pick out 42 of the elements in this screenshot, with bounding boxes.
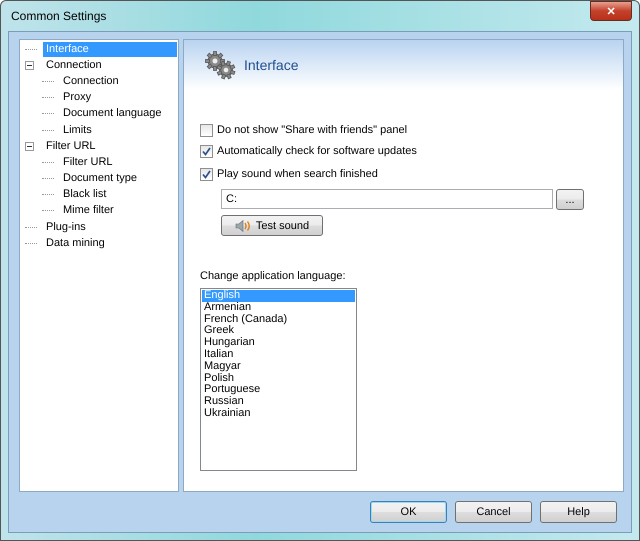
tree-item[interactable]: Document language	[60, 106, 164, 122]
language-item[interactable]: Polish	[202, 372, 355, 384]
language-item[interactable]: Armenian	[202, 302, 355, 314]
collapse-icon[interactable]	[25, 60, 34, 70]
tree-item[interactable]: Connection	[43, 58, 177, 73]
panel-title: Interface	[244, 57, 298, 73]
checkbox-label: Do not show "Share with friends" panel	[217, 124, 408, 136]
collapse-icon[interactable]	[25, 142, 34, 151]
language-item[interactable]: Portuguese	[202, 384, 355, 396]
tree-item[interactable]: Mime filter	[60, 203, 117, 218]
tree-item[interactable]: Connection	[60, 74, 122, 89]
checkbox[interactable]	[200, 168, 213, 180]
tree-item[interactable]: Filter URL	[60, 154, 116, 170]
tree-item[interactable]: Document type	[60, 171, 140, 186]
checkbox[interactable]	[200, 124, 213, 136]
browse-button[interactable]: ...	[556, 189, 584, 210]
language-item[interactable]: Russian	[202, 396, 355, 408]
tree-item[interactable]: Plug-ins	[43, 220, 177, 235]
language-item[interactable]: Hungarian	[202, 337, 355, 349]
language-item[interactable]: French (Canada)	[202, 314, 355, 326]
language-item[interactable]: Greek	[202, 325, 355, 338]
dialog-button[interactable]: OK	[370, 501, 447, 523]
language-item[interactable]: Ukrainian	[202, 408, 355, 420]
tree-item[interactable]: Filter URL	[43, 138, 177, 154]
window-title: Common Settings	[10, 9, 106, 23]
tree-item[interactable]: Limits	[60, 122, 95, 138]
dialog-button[interactable]: Help	[540, 501, 617, 523]
language-item[interactable]: Magyar	[202, 360, 355, 373]
close-button[interactable]: ✕	[590, 1, 632, 21]
sound-path-field[interactable]: C:	[221, 189, 553, 209]
tree-item[interactable]: Data mining	[43, 236, 177, 251]
gears-icon	[204, 50, 238, 80]
language-label: Change application language:	[200, 270, 346, 282]
speaker-icon	[234, 218, 253, 232]
tree-item[interactable]: Black list	[60, 187, 110, 202]
tree-item[interactable]: Proxy	[60, 90, 94, 106]
dialog-button[interactable]: Cancel	[455, 501, 532, 523]
checkbox-label: Automatically check for software updates	[217, 145, 417, 157]
checkbox[interactable]	[200, 144, 213, 158]
test-sound-button[interactable]: Test sound	[221, 215, 323, 236]
checkbox-label: Play sound when search finished	[217, 168, 378, 180]
language-item[interactable]: Italian	[202, 348, 355, 361]
